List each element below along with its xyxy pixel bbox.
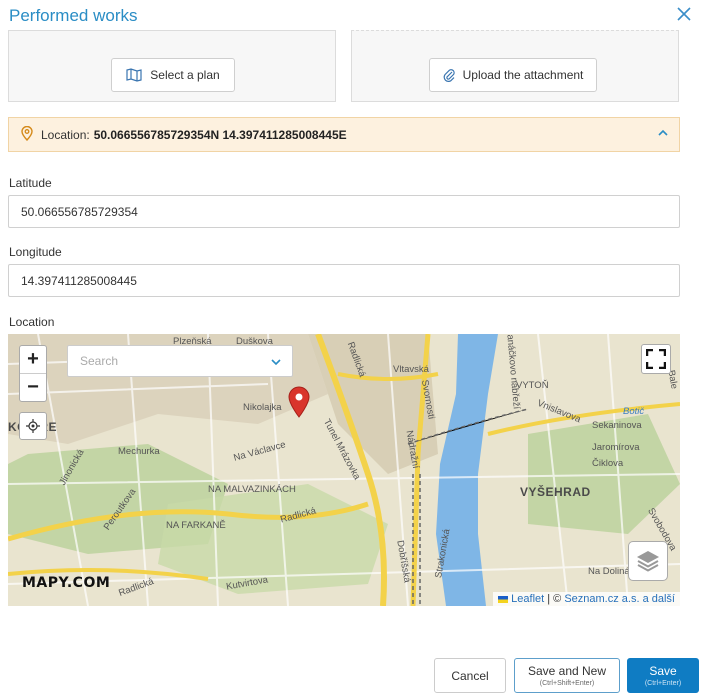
save-and-new-hint: (Ctrl+Shift+Enter) xyxy=(539,680,595,687)
map-icon xyxy=(126,68,142,82)
chevron-up-icon[interactable] xyxy=(657,127,669,142)
map-attribution: Leaflet | © Seznam.cz a.s. a další xyxy=(493,592,680,606)
map-label: Nikolajka xyxy=(243,402,282,413)
map-label: NA FARKANĚ xyxy=(166,520,226,531)
close-icon[interactable] xyxy=(677,6,691,24)
ukraine-flag-icon xyxy=(498,595,509,603)
map-search-input[interactable]: Search xyxy=(67,345,293,377)
location-marker-icon[interactable] xyxy=(288,386,310,423)
paperclip-icon xyxy=(443,69,455,82)
location-map[interactable]: Plzeňská Duškova Nikolajka Tunel Mrázovk… xyxy=(8,334,680,606)
map-label: Sekaninova xyxy=(592,420,642,431)
plan-card: Select a plan xyxy=(8,30,336,102)
map-search-placeholder: Search xyxy=(80,354,119,368)
crosshair-icon xyxy=(26,419,40,433)
latitude-input[interactable]: 50.066556785729354 xyxy=(8,195,680,228)
mapy-logo: MAPY.COM xyxy=(22,575,111,591)
fullscreen-icon xyxy=(646,349,666,369)
location-summary-value: 50.066556785729354N 14.397411285008445E xyxy=(93,127,347,142)
attachment-card: Upload the attachment xyxy=(351,30,679,102)
map-label: VYTOŇ xyxy=(516,380,549,391)
location-summary-label: Location: xyxy=(41,127,90,142)
map-label: NA MALVAZINKÁCH xyxy=(208,484,296,495)
upload-attachment-button[interactable]: Upload the attachment xyxy=(429,58,597,92)
location-map-label: Location xyxy=(9,315,55,329)
map-label: VYŠEHRAD xyxy=(520,485,591,499)
map-label: Botič xyxy=(623,406,645,417)
map-label: Mechurka xyxy=(118,446,160,457)
map-label: Čiklova xyxy=(592,458,624,469)
save-and-new-label: Save and New xyxy=(527,664,607,678)
zoom-out-button[interactable]: − xyxy=(20,374,46,401)
dialog-title: Performed works xyxy=(9,6,138,25)
cancel-button[interactable]: Cancel xyxy=(434,658,506,693)
upload-attachment-label: Upload the attachment xyxy=(462,68,584,82)
zoom-in-button[interactable]: + xyxy=(20,346,46,374)
save-hint: (Ctrl+Enter) xyxy=(644,680,682,687)
location-summary-bar[interactable]: Location: 50.066556785729354N 14.3974112… xyxy=(8,117,680,152)
leaflet-link[interactable]: Leaflet xyxy=(511,593,544,605)
save-label: Save xyxy=(649,664,677,678)
select-plan-button[interactable]: Select a plan xyxy=(111,58,235,92)
latitude-label: Latitude xyxy=(9,176,52,190)
layers-button[interactable] xyxy=(628,541,668,581)
fullscreen-button[interactable] xyxy=(641,344,671,374)
save-button[interactable]: Save (Ctrl+Enter) xyxy=(627,658,699,693)
locate-button[interactable] xyxy=(19,412,47,440)
longitude-label: Longitude xyxy=(9,245,62,259)
save-and-new-button[interactable]: Save and New (Ctrl+Shift+Enter) xyxy=(514,658,620,693)
cancel-label: Cancel xyxy=(451,668,489,683)
map-label: Vltavská xyxy=(393,364,429,375)
select-plan-label: Select a plan xyxy=(150,68,220,82)
location-pin-icon xyxy=(21,125,33,144)
map-label: Jaromírova xyxy=(592,442,640,453)
attribution-separator: | © xyxy=(544,593,565,605)
longitude-input[interactable]: 14.397411285008445 xyxy=(8,264,680,297)
chevron-down-icon[interactable] xyxy=(270,356,282,371)
layers-icon xyxy=(637,551,659,572)
seznam-link[interactable]: Seznam.cz a.s. a další xyxy=(564,593,675,605)
zoom-control: + − xyxy=(19,345,47,402)
